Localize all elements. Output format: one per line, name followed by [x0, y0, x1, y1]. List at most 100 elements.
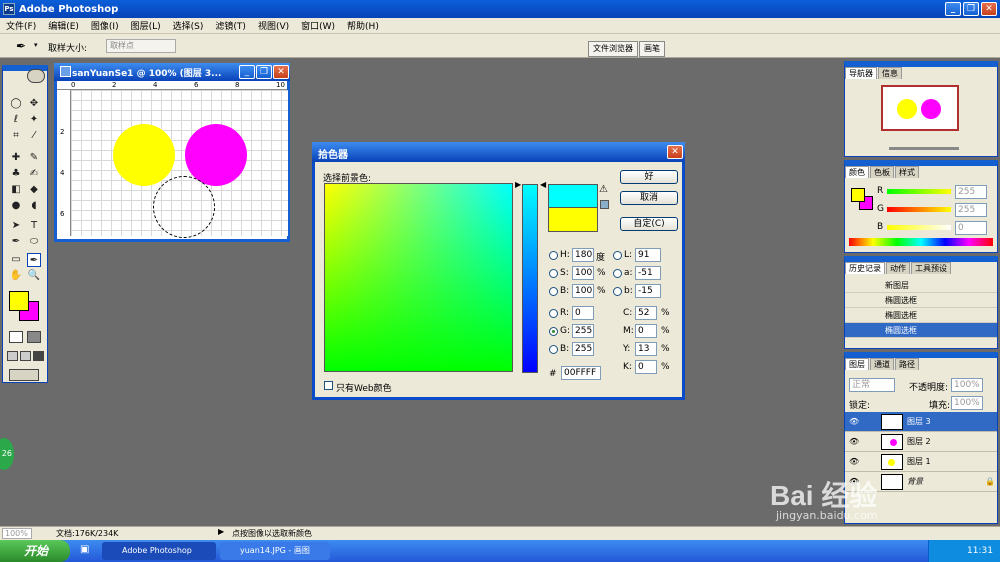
type-tool-icon[interactable]: T	[27, 219, 41, 233]
radio-g[interactable]	[549, 327, 558, 336]
custom-button[interactable]: 自定(C)	[620, 217, 678, 231]
clone-stamp-icon[interactable]: ♣	[9, 167, 23, 181]
g-value[interactable]: 255	[955, 203, 987, 217]
tab-file-browser[interactable]: 文件浏览器	[588, 41, 638, 57]
cancel-button[interactable]: 取消	[620, 191, 678, 205]
shape-tool-icon[interactable]: ⬭	[27, 235, 41, 249]
doc-minimize-button[interactable]: _	[239, 65, 255, 79]
layer-row[interactable]: 👁 图层 1	[845, 452, 997, 472]
eye-icon[interactable]: 👁	[849, 452, 859, 472]
slice-tool-icon[interactable]: ⁄	[27, 129, 41, 143]
radio-l[interactable]	[613, 251, 622, 260]
close-button[interactable]: ✕	[981, 2, 997, 16]
tab-actions[interactable]: 动作	[886, 262, 910, 274]
h-field[interactable]: 180	[572, 248, 594, 262]
panel-fg-swatch[interactable]	[851, 188, 865, 202]
radio-s[interactable]	[549, 269, 558, 278]
opacity-field[interactable]: 100%	[951, 378, 983, 392]
start-button[interactable]: 开始	[0, 540, 70, 562]
slider-right-arrow-icon[interactable]: ◀	[540, 180, 546, 189]
g-slider[interactable]	[887, 207, 951, 212]
jump-to-imageready-icon[interactable]	[9, 369, 39, 381]
menu-layer[interactable]: 图层(L)	[125, 19, 167, 32]
b-value[interactable]: 0	[955, 221, 987, 235]
tab-info[interactable]: 信息	[878, 67, 902, 79]
slider-left-arrow-icon[interactable]: ▶	[515, 180, 521, 189]
hex-field[interactable]: 00FFFF	[561, 366, 601, 380]
path-select-icon[interactable]: ➤	[9, 219, 23, 233]
eye-icon[interactable]: 👁	[849, 412, 859, 432]
s-field[interactable]: 100	[572, 266, 594, 280]
menu-file[interactable]: 文件(F)	[0, 19, 42, 32]
screen-mode-full-icon[interactable]	[33, 351, 44, 361]
fill-field[interactable]: 100%	[951, 396, 983, 410]
notes-tool-icon[interactable]: ▭	[9, 253, 23, 267]
history-item[interactable]: 椭圆选框	[845, 308, 997, 323]
r-slider[interactable]	[887, 189, 951, 194]
dialog-close-button[interactable]: ✕	[667, 145, 683, 159]
navigator-thumbnail[interactable]	[881, 85, 959, 131]
menu-filter[interactable]: 滤镜(T)	[209, 19, 252, 32]
b-field[interactable]: 100	[572, 284, 594, 298]
a-field[interactable]: -51	[635, 266, 661, 280]
menu-help[interactable]: 帮助(H)	[341, 19, 385, 32]
move-tool-icon[interactable]: ✥	[27, 97, 41, 111]
lasso-tool-icon[interactable]: ℓ	[9, 113, 23, 127]
menu-edit[interactable]: 编辑(E)	[42, 19, 85, 32]
g-field[interactable]: 255	[572, 324, 594, 338]
screen-mode-standard-icon[interactable]	[7, 351, 18, 361]
layer-row[interactable]: 👁 图层 3	[845, 412, 997, 432]
eraser-tool-icon[interactable]: ◧	[9, 183, 23, 197]
tab-brushes[interactable]: 画笔	[639, 41, 665, 57]
task-photoshop[interactable]: Adobe Photoshop	[102, 542, 216, 560]
tab-navigator[interactable]: 导航器	[845, 67, 877, 79]
eyedropper-tool-icon[interactable]: ✒	[27, 253, 41, 267]
screen-mode-menu-icon[interactable]	[20, 351, 31, 361]
paint-bucket-icon[interactable]: ◆	[27, 183, 41, 197]
eyedropper-icon[interactable]: ✒	[16, 39, 26, 53]
tab-color[interactable]: 颜色	[845, 166, 869, 178]
k-field[interactable]: 0	[635, 360, 657, 374]
y-field[interactable]: 13	[635, 342, 657, 356]
foreground-color-swatch[interactable]	[9, 291, 29, 311]
r-value[interactable]: 255	[955, 185, 987, 199]
maximize-button[interactable]: ❐	[963, 2, 979, 16]
blur-tool-icon[interactable]: ●	[9, 199, 23, 213]
task-paint[interactable]: yuan14.JPG - 画图	[220, 542, 330, 560]
brush-tool-icon[interactable]: ✎	[27, 151, 41, 165]
quick-mask-icon[interactable]	[27, 331, 41, 343]
tab-history[interactable]: 历史记录	[845, 262, 885, 274]
hue-slider[interactable]	[522, 184, 538, 373]
hand-tool-icon[interactable]: ✋	[9, 269, 23, 283]
blue-field[interactable]: 255	[572, 342, 594, 356]
tab-channels[interactable]: 通道	[870, 358, 894, 370]
gamut-warning-icon[interactable]: ⚠	[599, 184, 608, 195]
pen-tool-icon[interactable]: ✒	[9, 235, 23, 249]
c-field[interactable]: 52	[635, 306, 657, 320]
blend-mode-select[interactable]: 正常	[849, 378, 895, 392]
color-ramp[interactable]	[849, 238, 993, 246]
l-field[interactable]: 91	[635, 248, 661, 262]
r-field[interactable]: 0	[572, 306, 594, 320]
history-item[interactable]: 新图层	[845, 278, 997, 293]
radio-r[interactable]	[549, 309, 558, 318]
dodge-tool-icon[interactable]: ◖	[27, 199, 41, 213]
play-arrow-icon[interactable]: ▶	[218, 527, 224, 536]
history-item[interactable]: 椭圆选框	[845, 293, 997, 308]
m-field[interactable]: 0	[635, 324, 657, 338]
standard-mode-icon[interactable]	[9, 331, 23, 343]
tab-tool-presets[interactable]: 工具预设	[911, 262, 951, 274]
menu-image[interactable]: 图像(I)	[85, 19, 125, 32]
menu-view[interactable]: 视图(V)	[252, 19, 295, 32]
web-safe-cube-icon[interactable]	[600, 200, 609, 209]
tab-layers[interactable]: 图层	[845, 358, 869, 370]
healing-brush-icon[interactable]: ✚	[9, 151, 23, 165]
zoom-field[interactable]: 100%	[2, 528, 32, 539]
color-field[interactable]	[324, 183, 513, 372]
eye-icon[interactable]: 👁	[849, 432, 859, 452]
tab-paths[interactable]: 路径	[895, 358, 919, 370]
radio-blue[interactable]	[549, 345, 558, 354]
show-desktop-icon[interactable]: ▣	[80, 544, 89, 555]
tab-swatches[interactable]: 色板	[870, 166, 894, 178]
lab-b-field[interactable]: -15	[635, 284, 661, 298]
